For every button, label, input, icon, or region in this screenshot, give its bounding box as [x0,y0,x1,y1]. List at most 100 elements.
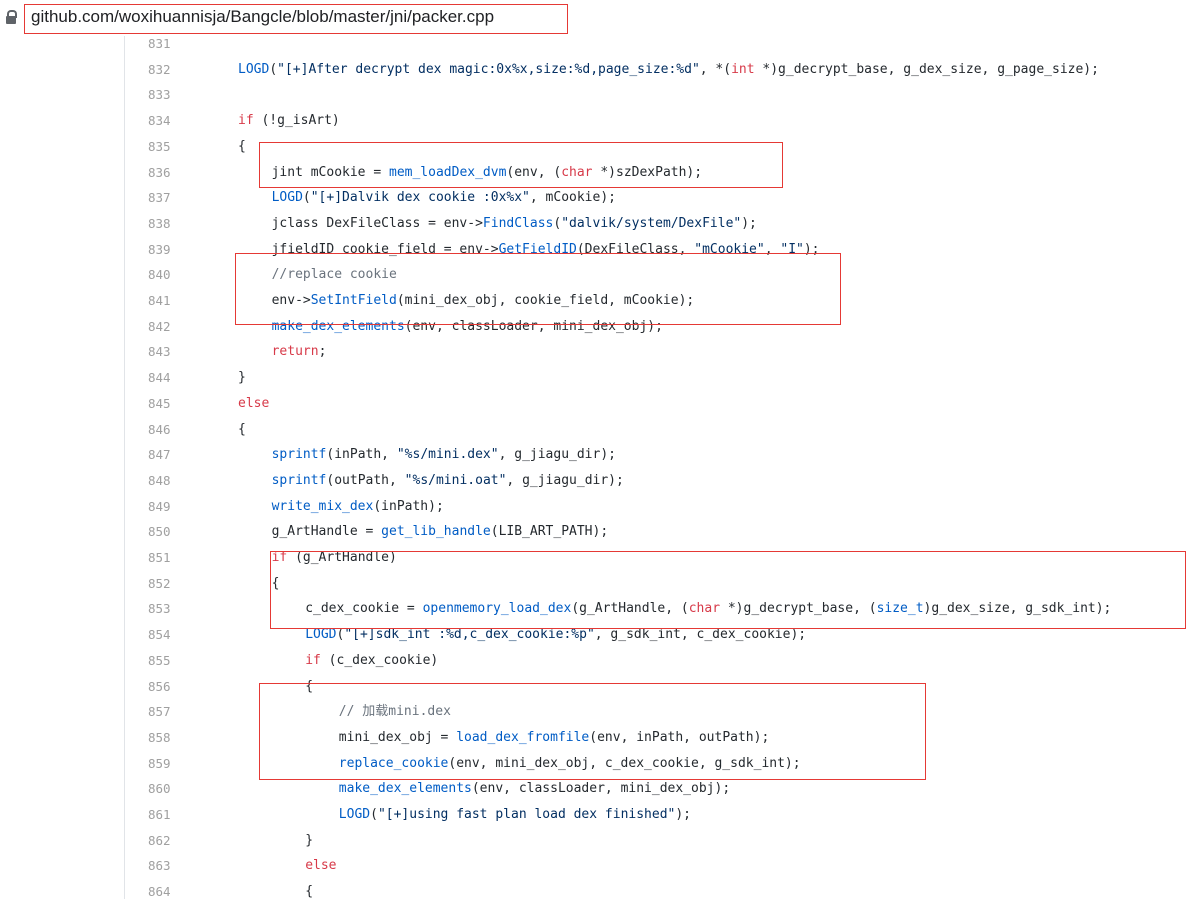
code-line: 847 sprintf(inPath, "%s/mini.dex", g_jiag… [0,442,1200,468]
code-viewer: 831 832 LOGD("[+]After decrypt dex magic:0… [0,36,1200,899]
line-number[interactable]: 850 [148,519,171,545]
line-number[interactable]: 834 [148,108,171,134]
line-number[interactable]: 858 [148,725,171,751]
line-number[interactable]: 854 [148,622,171,648]
code-line: 862} [0,828,1200,854]
code-token: if [305,652,321,668]
code-line: 833 [0,82,1200,108]
line-number[interactable]: 864 [148,879,171,899]
code-text: sprintf(inPath, "%s/mini.dex", g_jiagu_d… [272,442,616,468]
code-token: ); [741,215,757,231]
line-number[interactable]: 839 [148,237,171,263]
line-number[interactable]: 846 [148,417,171,443]
line-number[interactable]: 849 [148,494,171,520]
line-number[interactable]: 857 [148,699,171,725]
highlight-box-mem-loaddex [259,142,783,188]
code-text: else [238,391,269,417]
code-token: sprintf [271,472,327,488]
code-line: 860 make_dex_elements(env, classLoader, m… [0,776,1200,802]
line-number[interactable]: 838 [148,211,171,237]
line-number[interactable]: 848 [148,468,171,494]
line-number[interactable]: 843 [148,339,171,365]
code-token: ( [302,190,311,206]
code-line: 832 LOGD("[+]After decrypt dex magic:0x%x… [0,57,1200,83]
url-highlight-box [24,4,568,34]
line-number[interactable]: 860 [148,776,171,802]
code-token: { [238,138,246,154]
code-token: if [238,113,254,129]
code-token: "[+]sdk_int :%d,c_dex_cookie:%p" [344,627,595,643]
code-text: jclass DexFileClass = env->FindClass("da… [272,211,757,237]
line-number[interactable]: 853 [148,596,171,622]
code-text: return; [272,339,327,365]
code-text: g_ArtHandle = get_lib_handle(LIB_ART_PAT… [272,519,609,545]
code-token: sprintf [271,447,327,463]
code-line: 864 { [0,879,1200,899]
code-token: (outPath, [326,472,405,488]
code-token: , mCookie); [529,190,616,206]
line-number[interactable]: 856 [148,674,171,700]
line-number[interactable]: 845 [148,391,171,417]
code-token: { [305,884,314,899]
code-token: , g_jiagu_dir); [498,447,616,463]
line-number[interactable]: 835 [148,134,171,160]
line-number[interactable]: 833 [148,82,171,108]
line-number[interactable]: 847 [148,442,171,468]
code-token: "%s/mini.oat" [404,472,507,488]
line-number[interactable]: 855 [148,648,171,674]
lock-icon[interactable] [6,10,17,24]
line-number[interactable]: 836 [148,160,171,186]
code-text: } [238,365,246,391]
code-token: LOGD [271,190,303,206]
code-line: 843 return; [0,339,1200,365]
line-number[interactable]: 862 [148,828,171,854]
code-line: 850 g_ArtHandle = get_lib_handle(LIB_ART_… [0,519,1200,545]
code-text: LOGD("[+]After decrypt dex magic:0x%x,si… [238,57,1099,83]
code-text: { [238,417,246,443]
code-token: (inPath, [326,447,397,463]
code-token: ); [675,807,692,822]
address-bar[interactable]: github.com/woxihuannisja/Bangcle/blob/ma… [0,0,1200,36]
code-line: 845 else [0,391,1200,417]
line-number[interactable]: 841 [148,288,171,314]
line-number[interactable]: 832 [148,57,171,83]
code-line: 831 [0,36,1200,57]
line-number[interactable]: 861 [148,802,171,828]
code-token: *)g_decrypt_base, g_dex_size, g_page_siz… [754,61,1099,77]
code-token: } [238,370,246,386]
code-token: ( [269,61,278,77]
code-token: g_ArtHandle = [271,524,382,540]
code-token: LOGD [238,61,270,77]
line-number[interactable]: 859 [148,751,171,777]
code-token: LOGD [305,627,337,643]
line-number[interactable]: 840 [148,262,171,288]
code-text: { [305,879,313,899]
code-text: write_mix_dex(inPath); [272,494,444,520]
code-line: 855 if (c_dex_cookie) [0,648,1200,674]
line-number[interactable]: 831 [148,36,171,57]
code-token: return [271,344,319,360]
highlight-box-load-dex [259,683,926,780]
code-line: 848 sprintf(outPath, "%s/mini.oat", g_jia… [0,468,1200,494]
highlight-box-setintfield [235,253,841,325]
code-token: write_mix_dex [271,498,374,514]
line-number[interactable]: 851 [148,545,171,571]
code-token: "dalvik/system/DexFile" [561,215,742,231]
code-token: { [238,421,246,437]
code-token: make_dex_elements [338,781,472,797]
line-number[interactable]: 837 [148,185,171,211]
line-number[interactable]: 852 [148,571,171,597]
line-number[interactable]: 844 [148,365,171,391]
code-token: else [238,395,270,411]
code-token: , *( [699,61,732,77]
line-number[interactable]: 842 [148,314,171,340]
code-token: "[+]After decrypt dex magic:0x%x,size:%d… [277,61,700,77]
line-number[interactable]: 863 [148,853,171,879]
code-line: 838 jclass DexFileClass = env->FindClass(… [0,211,1200,237]
code-text: LOGD("[+]using fast plan load dex finish… [339,802,691,828]
code-token: int [731,61,755,77]
code-token: (c_dex_cookie) [320,652,439,668]
code-text: } [305,828,313,854]
code-line: 846 { [0,417,1200,443]
code-text: make_dex_elements(env, classLoader, mini… [339,776,730,802]
